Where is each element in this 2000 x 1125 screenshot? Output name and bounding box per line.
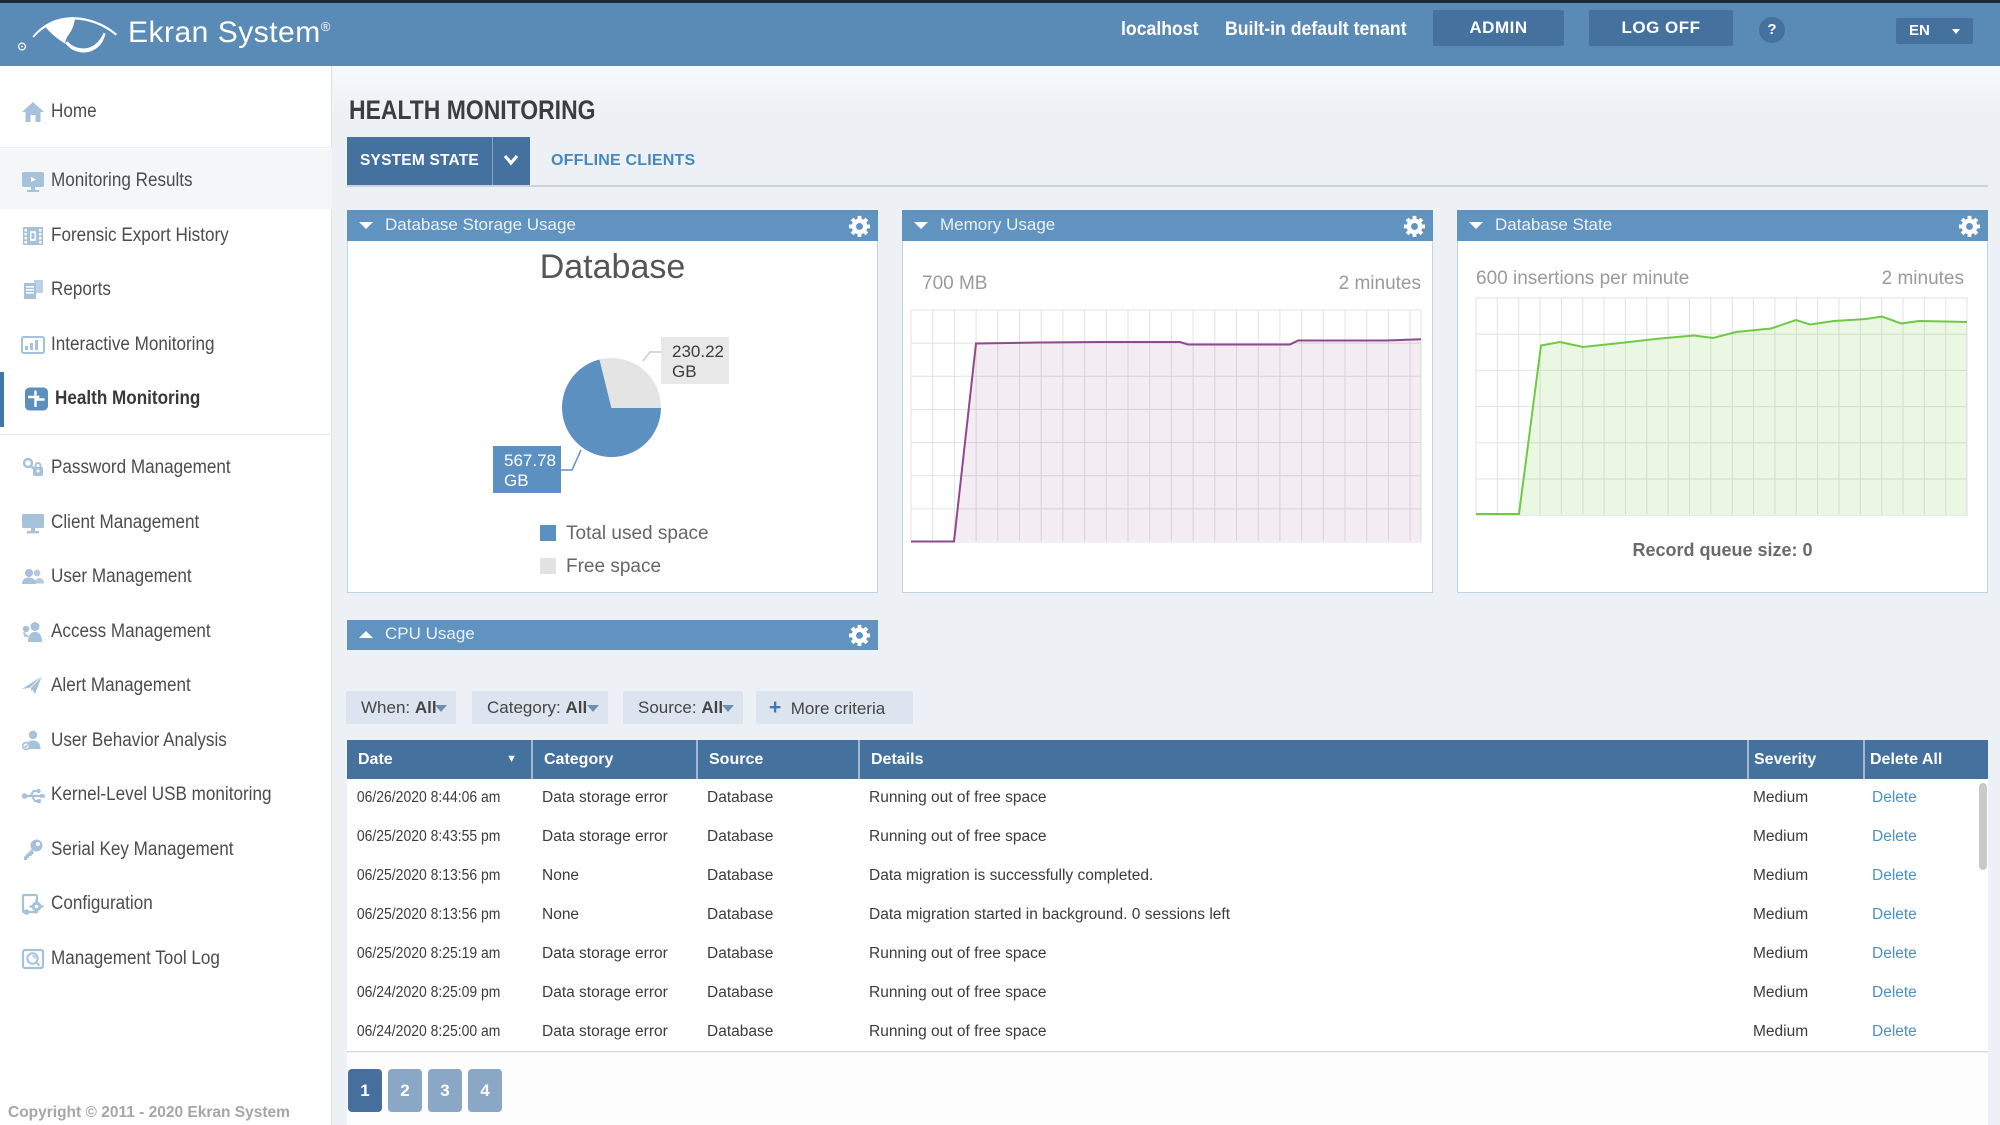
svg-text:Free space: Free space: [566, 556, 661, 577]
svg-text:567.78: 567.78: [504, 451, 556, 470]
svg-text:GB: GB: [672, 362, 697, 381]
svg-text:230.22: 230.22: [672, 342, 724, 361]
svg-text:Total used space: Total used space: [566, 523, 709, 544]
svg-text:GB: GB: [504, 471, 529, 490]
